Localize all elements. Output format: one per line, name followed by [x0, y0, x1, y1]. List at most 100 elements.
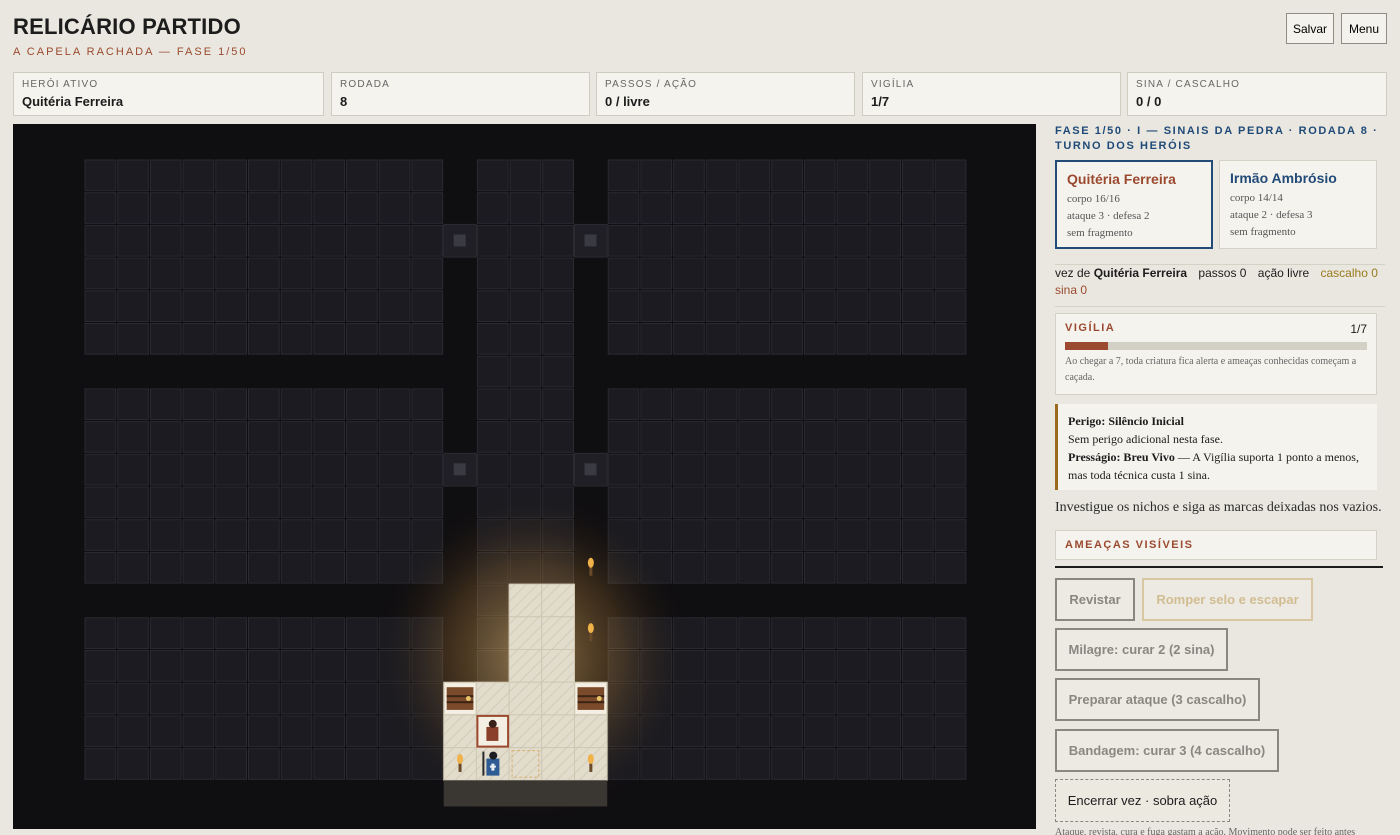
search-button[interactable]: Revistar — [1055, 578, 1135, 621]
floor-tile — [149, 650, 182, 682]
floor-tile — [902, 388, 934, 421]
floor-tile — [803, 159, 836, 192]
floor-tile — [673, 323, 705, 355]
floor-tile — [836, 748, 869, 780]
floor-tile — [803, 388, 836, 421]
floor-tile — [411, 192, 444, 224]
floor-tile — [640, 388, 673, 421]
game-board[interactable] — [13, 124, 1036, 829]
lit-floor-tile — [475, 681, 510, 716]
floor-tile — [378, 453, 411, 486]
floor-tile — [934, 323, 967, 355]
hero-card-quiteria[interactable]: Quitéria Ferreira corpo 16/16 ataque 3 ·… — [1055, 160, 1213, 249]
floor-tile — [313, 388, 346, 421]
floor-tile — [771, 323, 803, 355]
floor-tile — [738, 388, 771, 421]
floor-tile — [280, 682, 313, 715]
floor-tile — [803, 650, 836, 682]
floor-tile — [738, 682, 771, 715]
end-turn-button[interactable]: Encerrar vez · sobra ação — [1055, 779, 1230, 822]
floor-tile — [248, 290, 280, 323]
lit-floor-tile — [541, 616, 575, 650]
stat-round: RODADA 8 — [331, 72, 590, 116]
floor-tile — [84, 486, 117, 519]
floor-tile — [869, 551, 901, 584]
floor-tile — [117, 617, 149, 649]
floor-tile — [934, 257, 967, 290]
prepare-attack-button[interactable]: Preparar ataque (3 cascalho) — [1055, 678, 1260, 721]
floor-tile — [313, 453, 346, 486]
turn-hero: Quitéria Ferreira — [1093, 266, 1188, 280]
floor-tile — [607, 192, 640, 224]
floor-tile — [869, 159, 901, 192]
lit-floor-tile — [508, 714, 543, 749]
lit-floor-tile — [443, 714, 477, 749]
floor-tile — [248, 650, 280, 682]
floor-tile — [84, 617, 117, 649]
floor-tile — [476, 290, 509, 323]
break-seal-button[interactable]: Romper selo e escapar — [1142, 578, 1313, 621]
dungeon-map[interactable] — [13, 124, 1036, 829]
floor-tile — [607, 323, 640, 355]
floor-tile — [673, 453, 705, 486]
floor-tile — [934, 519, 967, 551]
floor-tile — [771, 159, 803, 192]
floor-tile — [149, 486, 182, 519]
floor-tile — [117, 323, 149, 355]
floor-tile — [248, 617, 280, 649]
menu-button[interactable]: Menu — [1341, 13, 1387, 44]
floor-tile — [215, 224, 248, 257]
floor-tile — [705, 486, 738, 519]
floor-tile — [84, 224, 117, 257]
floor-tile — [476, 421, 509, 453]
floor-tile — [934, 453, 967, 486]
floor-tile — [182, 486, 215, 519]
floor-tile — [673, 257, 705, 290]
floor-tile — [836, 290, 869, 323]
floor-tile — [215, 551, 248, 584]
floor-tile — [836, 617, 869, 649]
floor-tile — [836, 453, 869, 486]
floor-tile — [149, 715, 182, 748]
floor-tile — [346, 224, 378, 257]
bandage-heal-button[interactable]: Bandagem: curar 3 (4 cascalho) — [1055, 729, 1279, 772]
floor-tile — [869, 224, 901, 257]
turn-prefix: vez de — [1055, 266, 1091, 280]
floor-tile — [607, 257, 640, 290]
miracle-heal-button[interactable]: Milagre: curar 2 (2 sina) — [1055, 628, 1228, 671]
floor-tile — [346, 388, 378, 421]
floor-tile — [705, 224, 738, 257]
floor-tile — [771, 617, 803, 649]
floor-tile — [640, 159, 673, 192]
stat-label: HERÓI ATIVO — [22, 79, 99, 90]
floor-tile — [509, 257, 542, 290]
hero-stats: ataque 3 · defesa 2 — [1067, 210, 1150, 222]
floor-tile — [869, 519, 901, 551]
save-button[interactable]: Salvar — [1286, 13, 1334, 44]
floor-tile — [509, 453, 542, 486]
floor-tile — [509, 355, 542, 388]
stat-label: VIGÍLIA — [871, 79, 915, 90]
floor-tile — [738, 748, 771, 780]
floor-tile — [803, 421, 836, 453]
floor-tile — [117, 159, 149, 192]
floor-tile — [149, 159, 182, 192]
floor-tile — [182, 551, 215, 584]
hero-quiteria-token[interactable] — [476, 714, 510, 748]
floor-tile — [509, 290, 542, 323]
visible-threats-header: AMEAÇAS VISÍVEIS — [1055, 530, 1377, 560]
chest-icon[interactable] — [575, 683, 607, 714]
floor-tile — [836, 192, 869, 224]
floor-tile — [934, 388, 967, 421]
chest-icon[interactable] — [444, 683, 476, 714]
hero-card-ambrosio[interactable]: Irmão Ambrósio corpo 14/14 ataque 2 · de… — [1219, 160, 1377, 249]
floor-tile — [836, 159, 869, 192]
floor-tile — [182, 682, 215, 715]
floor-tile — [182, 192, 215, 224]
floor-tile — [509, 224, 542, 257]
floor-tile — [248, 323, 280, 355]
floor-tile — [869, 682, 901, 715]
floor-tile — [836, 551, 869, 584]
floor-tile — [215, 192, 248, 224]
floor-tile — [248, 551, 280, 584]
